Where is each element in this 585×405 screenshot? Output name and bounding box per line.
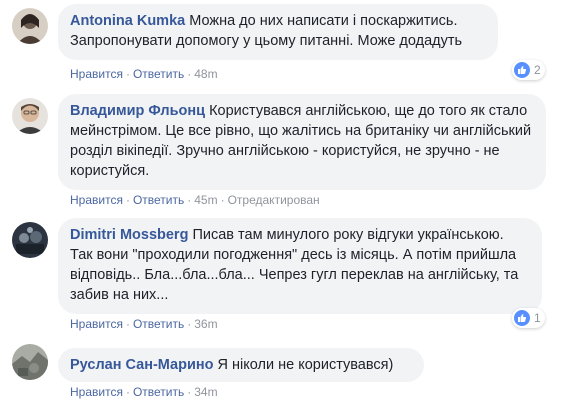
reply-link[interactable]: Ответить: [133, 385, 184, 399]
avatar-photo: [12, 344, 48, 380]
avatar-photo: [12, 98, 48, 134]
reply-link[interactable]: Ответить: [133, 317, 184, 331]
comment-bubble: Antonina Kumka Можна до них написати і п…: [58, 4, 498, 60]
reaction-count[interactable]: 2: [512, 60, 545, 80]
comment-actions: Нравится · Ответить · 34m: [70, 385, 218, 399]
avatar[interactable]: [12, 222, 48, 258]
reply-link[interactable]: Ответить: [133, 193, 184, 207]
comment-actions: Нравится · Ответить · 48m: [70, 67, 218, 81]
avatar[interactable]: [12, 98, 48, 134]
comment-bubble: Владимир Фльонц Користувався англійською…: [58, 94, 546, 190]
like-link[interactable]: Нравится: [70, 67, 123, 81]
comment-author[interactable]: Antonina Kumka: [70, 13, 185, 29]
like-link[interactable]: Нравится: [70, 317, 123, 331]
comment-author[interactable]: Владимир Фльонц: [70, 103, 205, 119]
reply-link[interactable]: Ответить: [133, 67, 184, 81]
avatar-photo: [12, 8, 48, 44]
comment-author[interactable]: Руслан Сан-Марино: [70, 357, 214, 373]
avatar-photo: [12, 222, 48, 258]
comment-bubble: Руслан Сан-Марино Я ніколи не користував…: [58, 348, 424, 382]
comment-time[interactable]: 48m: [194, 67, 217, 81]
comment-thread: Antonina Kumka Можна до них написати і п…: [0, 0, 585, 405]
thumbs-up-icon: [514, 310, 530, 326]
comment-time[interactable]: 36m: [194, 317, 217, 331]
reaction-number: 2: [534, 63, 541, 77]
comment-actions: Нравится · Ответить · 45m · Отредактирован: [70, 193, 320, 207]
like-link[interactable]: Нравится: [70, 193, 123, 207]
comment-bubble: Dimitri Mossberg Писав там минулого року…: [58, 218, 542, 314]
avatar[interactable]: [12, 344, 48, 380]
thumbs-up-icon: [514, 62, 530, 78]
comment-author[interactable]: Dimitri Mossberg: [70, 227, 188, 243]
reaction-number: 1: [534, 311, 541, 325]
comment-actions: Нравится · Ответить · 36m: [70, 317, 218, 331]
comment-time[interactable]: 45m: [194, 193, 217, 207]
like-link[interactable]: Нравится: [70, 385, 123, 399]
reaction-count[interactable]: 1: [512, 308, 545, 328]
comment-text: Я ніколи не користувався): [217, 357, 394, 373]
avatar[interactable]: [12, 8, 48, 44]
comment-time[interactable]: 34m: [194, 385, 217, 399]
edited-label[interactable]: Отредактирован: [228, 193, 320, 207]
